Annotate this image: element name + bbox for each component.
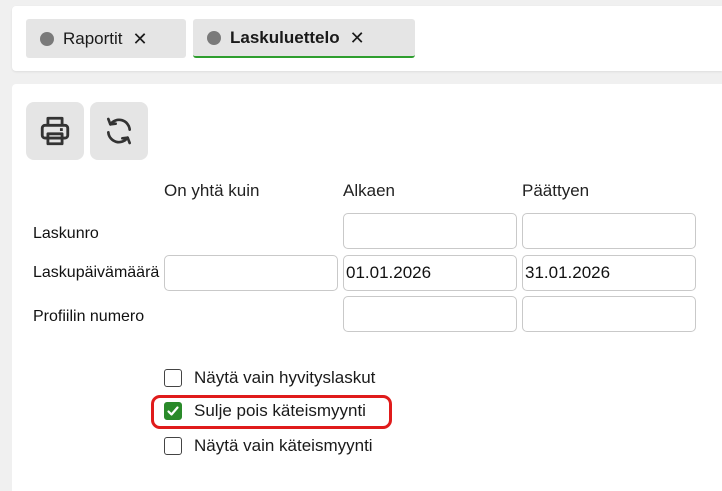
print-button[interactable] xyxy=(26,102,84,160)
column-header-equals: On yhtä kuin xyxy=(164,181,260,200)
option-only-cash-sales[interactable]: Näytä vain käteismyynti xyxy=(164,436,373,456)
profile-number-from-field[interactable] xyxy=(343,296,517,332)
report-filter-panel: On yhtä kuin Alkaen Päättyen Laskunro La… xyxy=(12,84,722,491)
close-icon[interactable]: ✕ xyxy=(133,30,148,48)
option-label: Näytä vain käteismyynti xyxy=(194,436,373,455)
printer-icon xyxy=(40,116,70,146)
profile-number-to-field[interactable] xyxy=(522,296,696,332)
checkmark-icon xyxy=(167,406,179,416)
option-exclude-cash-sales[interactable]: Sulje pois käteismyynti xyxy=(164,401,366,421)
row-label-invoice-date: Laskupäivämäärä xyxy=(33,264,160,281)
tab-raportit[interactable]: Raportit ✕ xyxy=(26,19,186,58)
invoice-number-from-field[interactable] xyxy=(343,213,517,249)
invoice-date-equals-field[interactable] xyxy=(164,255,338,291)
tab-label: Laskuluettelo xyxy=(230,27,340,47)
option-label: Näytä vain hyvityslaskut xyxy=(194,368,376,387)
checkbox[interactable] xyxy=(164,437,182,455)
checkbox[interactable] xyxy=(164,402,182,420)
refresh-icon xyxy=(107,117,131,145)
tab-status-dot xyxy=(207,30,221,45)
tab-bar: Raportit ✕ Laskuluettelo ✕ xyxy=(12,6,722,71)
row-label-profile-number: Profiilin numero xyxy=(33,308,145,325)
close-icon[interactable]: ✕ xyxy=(350,29,365,47)
option-label: Sulje pois käteismyynti xyxy=(194,401,366,420)
invoice-number-to-field[interactable] xyxy=(522,213,696,249)
option-only-credit-notes[interactable]: Näytä vain hyvityslaskut xyxy=(164,368,375,388)
invoice-date-from-field[interactable] xyxy=(343,255,517,291)
column-header-to: Päättyen xyxy=(522,181,590,200)
row-label-invoice-number: Laskunro xyxy=(33,225,99,242)
checkbox[interactable] xyxy=(164,369,182,387)
tab-label: Raportit xyxy=(63,28,123,48)
tab-status-dot xyxy=(40,31,54,46)
tab-laskuluettelo[interactable]: Laskuluettelo ✕ xyxy=(193,19,415,58)
invoice-date-to-field[interactable] xyxy=(522,255,696,291)
column-header-from: Alkaen xyxy=(343,181,395,200)
refresh-button[interactable] xyxy=(90,102,148,160)
